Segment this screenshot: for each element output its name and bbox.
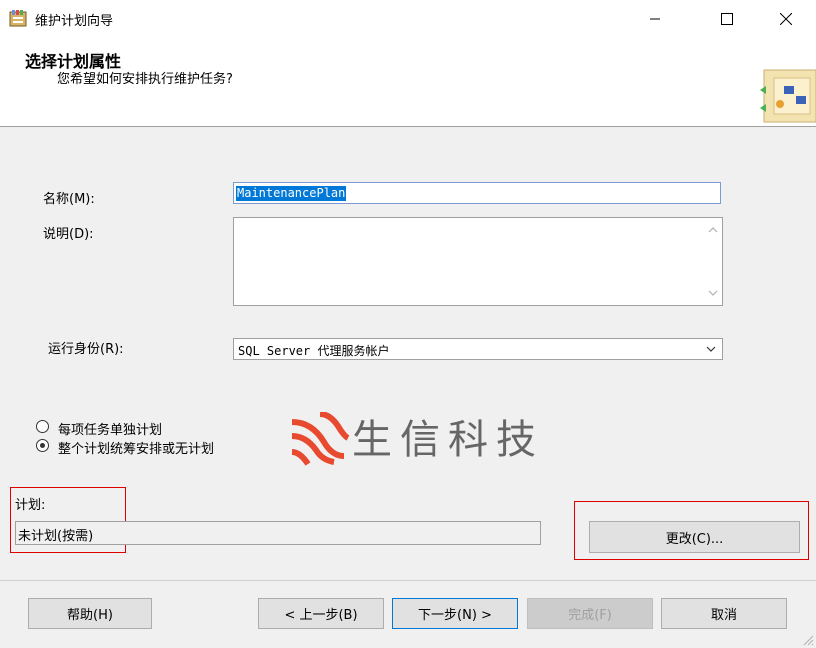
schedule-label: 计划:	[15, 498, 46, 513]
help-button[interactable]: 帮助(H)	[28, 598, 152, 629]
name-input-value: MaintenancePlan	[236, 186, 347, 201]
run-as-select[interactable]: SQL Server 代理服务帐户	[233, 338, 723, 360]
minimize-button[interactable]	[632, 0, 678, 38]
window-title: 维护计划向导	[35, 14, 114, 29]
footer-divider	[0, 580, 816, 581]
change-schedule-button[interactable]: 更改(C)...	[589, 521, 800, 553]
watermark-text: 生信科技	[352, 417, 544, 463]
schedule-value: 未计划(按需)	[18, 529, 94, 544]
description-textarea[interactable]	[233, 217, 723, 306]
title-bar: 维护计划向导	[0, 0, 816, 38]
maximize-button[interactable]	[704, 0, 750, 38]
run-as-label: 运行身份(R):	[48, 342, 124, 357]
wizard-banner-icon	[760, 68, 816, 124]
back-button[interactable]: < 上一步(B)	[258, 598, 384, 629]
radio-button-selected[interactable]	[36, 439, 49, 452]
chevron-down-icon	[706, 346, 716, 352]
cancel-button[interactable]: 取消	[661, 598, 787, 629]
description-label: 说明(D):	[43, 227, 94, 242]
close-icon	[780, 13, 792, 25]
next-button[interactable]: 下一步(N) >	[392, 598, 518, 629]
watermark-logo-icon	[290, 411, 350, 466]
page-subtitle: 您希望如何安排执行维护任务?	[57, 72, 233, 87]
name-input[interactable]: MaintenancePlan	[233, 182, 721, 204]
radio-separate-schedules[interactable]: 每项任务单独计划	[36, 419, 286, 438]
radio-selected-dot	[40, 443, 45, 448]
radio-single-schedule[interactable]: 整个计划统筹安排或无计划	[36, 438, 286, 457]
description-scrollbar[interactable]	[705, 218, 722, 305]
scroll-arrows-icon	[708, 227, 718, 296]
maximize-icon	[721, 13, 733, 25]
finish-button[interactable]: 完成(F)	[527, 598, 653, 629]
name-label: 名称(M):	[43, 192, 95, 207]
minimize-icon	[650, 18, 660, 20]
radio-label-single: 整个计划统筹安排或无计划	[58, 442, 215, 457]
radio-label-separate: 每项任务单独计划	[58, 423, 163, 438]
maintenance-plan-app-icon	[9, 9, 27, 27]
resize-grip-icon[interactable]	[800, 632, 814, 646]
close-window-button[interactable]	[763, 0, 809, 38]
schedule-field: 未计划(按需)	[15, 521, 541, 545]
radio-button[interactable]	[36, 420, 49, 433]
run-as-value: SQL Server 代理服务帐户	[238, 344, 390, 358]
wizard-header: 选择计划属性 您希望如何安排执行维护任务?	[0, 38, 816, 127]
